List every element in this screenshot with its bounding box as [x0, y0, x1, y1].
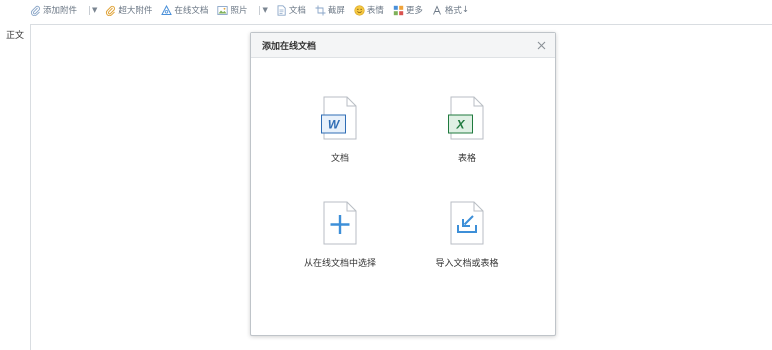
- new-sheet-label: 表格: [457, 154, 476, 164]
- word-file-icon: W: [321, 96, 357, 140]
- toolbar-divider: [259, 5, 261, 15]
- close-button[interactable]: [535, 39, 547, 51]
- toolbar-divider: [89, 5, 91, 15]
- import-doc-label: 导入文档或表格: [435, 259, 499, 269]
- compose-page: 添加附件 ▼ 超大附件 在线文档 照片 ▼ 文档 截屏 表情 更多 格式 ↓ 正…: [0, 0, 772, 350]
- emoji-button[interactable]: 表情: [354, 0, 384, 20]
- add-file-icon: [323, 201, 357, 245]
- screenshot-button[interactable]: 截屏: [315, 0, 345, 20]
- more-icon: [393, 5, 404, 16]
- document-button[interactable]: 文档: [276, 0, 306, 20]
- large-attachment-icon: [105, 5, 116, 16]
- compose-toolbar: 添加附件 ▼ 超大附件 在线文档 照片 ▼ 文档 截屏 表情 更多 格式 ↓: [0, 0, 772, 20]
- new-doc-option[interactable]: W 文档: [285, 96, 395, 164]
- format-button[interactable]: 格式 ↓: [432, 0, 469, 20]
- svg-text:W: W: [328, 118, 341, 132]
- excel-file-icon: X: [448, 96, 484, 140]
- import-doc-option[interactable]: 导入文档或表格: [412, 201, 522, 269]
- format-arrow: ↓: [461, 5, 470, 15]
- choose-online-doc-option[interactable]: 从在线文档中选择: [285, 201, 395, 269]
- dialog-header: 添加在线文档: [251, 33, 555, 58]
- more-button[interactable]: 更多: [393, 0, 423, 20]
- format-icon: [432, 4, 443, 16]
- emoji-label: 表情: [366, 6, 384, 16]
- choose-online-doc-label: 从在线文档中选择: [303, 259, 376, 269]
- import-file-icon: [450, 201, 484, 245]
- large-attachment-button[interactable]: 超大附件: [105, 0, 152, 20]
- photo-label: 照片: [230, 6, 248, 16]
- online-doc-label: 在线文档: [174, 6, 209, 16]
- add-attachment-button[interactable]: 添加附件: [30, 0, 77, 20]
- more-label: 更多: [405, 6, 423, 16]
- emoji-icon: [354, 4, 365, 16]
- dialog-title: 添加在线文档: [262, 41, 317, 52]
- attachment-dropdown-caret[interactable]: ▼: [92, 6, 97, 14]
- screenshot-icon: [315, 5, 326, 16]
- body-label: 正文: [6, 31, 25, 41]
- new-doc-label: 文档: [330, 154, 349, 164]
- close-icon: [537, 41, 545, 49]
- add-attachment-label: 添加附件: [43, 6, 78, 16]
- svg-text:X: X: [455, 118, 465, 132]
- large-attachment-label: 超大附件: [118, 6, 153, 16]
- add-online-doc-dialog: 添加在线文档 W 文档 X 表格 从在线文档中选择 导入文档或表格: [250, 32, 556, 336]
- format-label: 格式: [444, 6, 462, 16]
- photo-icon: [217, 5, 229, 16]
- document-label: 文档: [288, 6, 306, 16]
- photo-button[interactable]: 照片: [217, 0, 247, 20]
- document-icon: [276, 4, 287, 16]
- photo-dropdown-caret[interactable]: ▼: [262, 6, 267, 14]
- online-doc-button[interactable]: 在线文档: [161, 0, 208, 20]
- paperclip-icon: [30, 5, 41, 16]
- screenshot-label: 截屏: [327, 6, 345, 16]
- online-doc-icon: [161, 4, 173, 16]
- new-sheet-option[interactable]: X 表格: [412, 96, 522, 164]
